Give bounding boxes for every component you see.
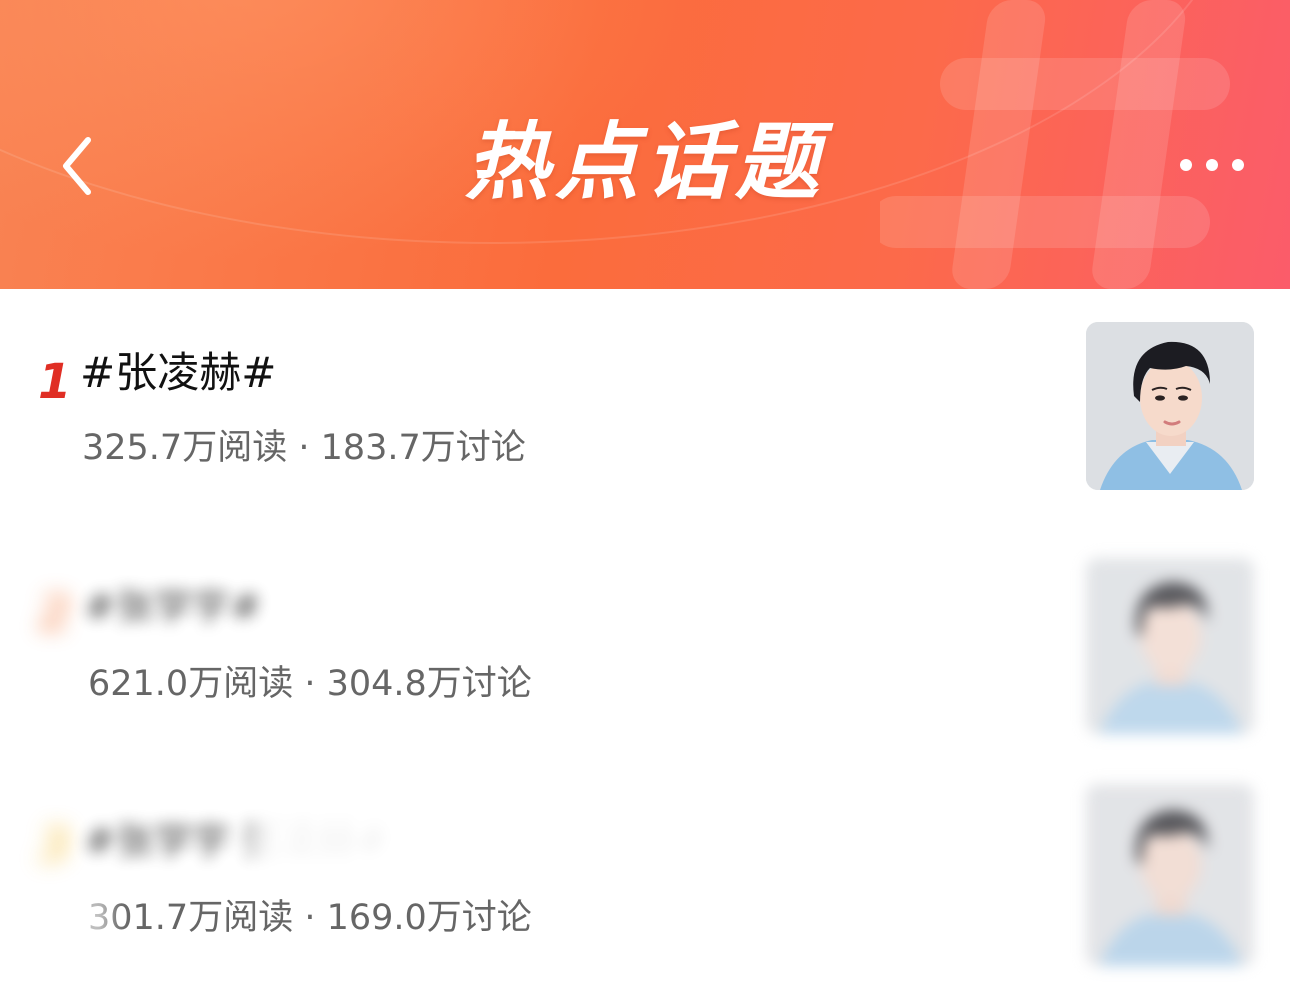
- blur-smear: [110, 636, 330, 656]
- topic-thumbnail[interactable]: [1086, 558, 1254, 734]
- blur-smear: [250, 800, 430, 890]
- topic-stats: 301.7万阅读 · 169.0万讨论: [88, 898, 532, 938]
- topic-row-1[interactable]: 1 #张凌赫# 325.7万阅读 · 183.7万讨论: [0, 290, 1290, 520]
- page-title: 热点话题: [464, 113, 825, 211]
- hot-topics-page: 热点话题 1 #张凌赫# 325.7万阅读 · 183.7万讨论 2 #张学宇#…: [0, 0, 1290, 986]
- topic-title[interactable]: #张凌赫#: [80, 346, 276, 400]
- more-dots-icon: [1180, 159, 1244, 171]
- more-button[interactable]: [1174, 150, 1254, 180]
- header-banner: 热点话题: [0, 0, 1290, 289]
- topic-title[interactable]: #张学宇#: [84, 580, 262, 634]
- topic-thumbnail[interactable]: [1086, 784, 1254, 966]
- rank-number: 1: [38, 354, 72, 410]
- topic-row-3[interactable]: 3 #张学宇 张凌赫# 301.7万阅读 · 169.0万讨论: [0, 770, 1290, 986]
- topic-stats: 621.0万阅读 · 304.8万讨论: [88, 664, 532, 704]
- topic-stats: 325.7万阅读 · 183.7万讨论: [82, 428, 526, 468]
- rank-number: 2: [38, 586, 72, 642]
- blur-smear: [84, 888, 106, 950]
- avatar-portrait-icon: [1086, 784, 1254, 966]
- topic-row-2[interactable]: 2 #张学宇# 621.0万阅读 · 304.8万讨论: [0, 540, 1290, 750]
- rank-number: 3: [38, 818, 72, 874]
- avatar-portrait-icon: [1086, 322, 1254, 490]
- topic-thumbnail[interactable]: [1086, 322, 1254, 490]
- avatar-portrait-icon: [1086, 558, 1254, 734]
